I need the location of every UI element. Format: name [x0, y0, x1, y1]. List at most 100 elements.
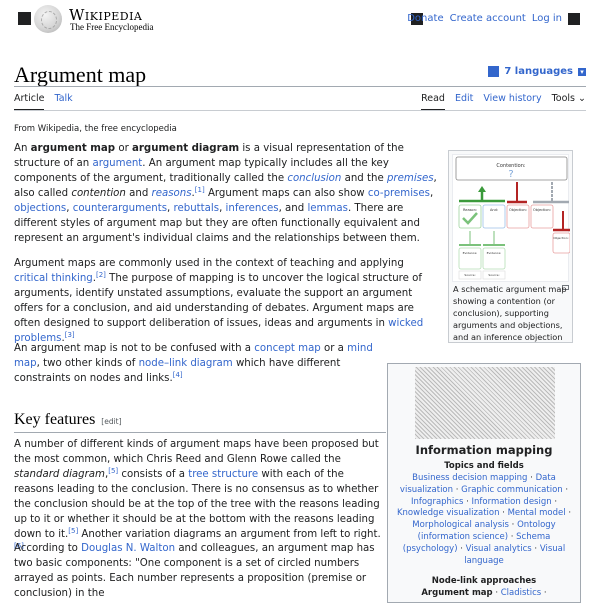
- tab-article[interactable]: Article: [14, 93, 45, 111]
- nodelink-list: Argument map · Cladistics ·: [392, 588, 576, 600]
- separator-dot: ·: [531, 543, 540, 554]
- separator-dot: ·: [562, 484, 569, 495]
- topics-list: Business decision mapping · Data visuali…: [392, 473, 576, 567]
- separator-dot: ·: [463, 496, 472, 507]
- personal-tools: Donate Create account Log in: [407, 13, 562, 24]
- bold-term: argument map: [30, 143, 116, 154]
- language-icon: [488, 66, 500, 77]
- citation-link[interactable]: [5]: [68, 527, 78, 535]
- navbox-link[interactable]: Information design: [472, 497, 552, 507]
- section-divider: [14, 432, 386, 433]
- navbox-link[interactable]: Mental model: [508, 508, 566, 518]
- source-label-1: Source:: [464, 273, 475, 277]
- key-features-paragraph-1: A number of different kinds of argument …: [14, 439, 381, 550]
- wikipedia-tagline: The Free Encyclopedia: [70, 22, 154, 32]
- source-label-2: Source:: [488, 273, 499, 277]
- languages-label: 7 languages: [504, 66, 573, 77]
- separator-dot: ·: [499, 508, 508, 519]
- tab-talk[interactable]: Talk: [54, 93, 72, 111]
- wiki-link[interactable]: node–link diagram: [139, 358, 233, 369]
- wiki-link[interactable]: objections: [14, 203, 66, 214]
- navbox-link[interactable]: Knowledge visualization: [397, 508, 500, 518]
- wiki-link[interactable]: conclusion: [287, 173, 341, 184]
- separator-dot: ·: [541, 588, 547, 598]
- topics-heading: Topics and fields: [444, 461, 524, 471]
- navbox-link[interactable]: Morphological analysis: [412, 520, 509, 530]
- login-link[interactable]: Log in: [532, 13, 562, 24]
- nodelink-heading: Node-link approaches: [431, 576, 537, 586]
- site-sub: From Wikipedia, the free encyclopedia: [14, 124, 177, 134]
- intro-paragraph-3: An argument map is not to be confused wi…: [14, 343, 373, 384]
- tab-edit[interactable]: Edit: [455, 93, 473, 111]
- wiki-link[interactable]: counterarguments: [73, 203, 167, 214]
- wiki-link[interactable]: concept map: [254, 343, 321, 354]
- section-heading: Key features [edit]: [14, 411, 386, 429]
- argument-map-diagram[interactable]: Contention: ? Reason: And: Objection: Ob…: [452, 154, 571, 282]
- objection-label-3: Objection:: [553, 236, 568, 240]
- navbox-link[interactable]: Cladistics: [501, 588, 542, 598]
- citation-link[interactable]: [1]: [195, 186, 205, 194]
- page-title: Argument map: [14, 62, 147, 87]
- key-features-paragraph-2: According to Douglas N. Walton and colle…: [14, 543, 375, 599]
- citation-link[interactable]: [5]: [108, 467, 118, 475]
- question-mark-icon: ?: [508, 169, 513, 180]
- language-selector[interactable]: 7 languages ▾: [488, 66, 586, 77]
- wikipedia-globe-logo[interactable]: [34, 5, 62, 33]
- italic-text: standard diagram: [14, 469, 105, 480]
- wiki-link[interactable]: rebuttals: [174, 203, 220, 214]
- bold-term: argument diagram: [132, 143, 240, 154]
- and-label: And:: [490, 208, 498, 212]
- wiki-link[interactable]: inferences: [226, 203, 279, 214]
- chevron-down-icon: ▾: [578, 67, 586, 76]
- wiki-link[interactable]: reasons: [152, 188, 192, 199]
- objection-label-2: Objection:: [533, 208, 551, 212]
- tools-menu[interactable]: Tools ⌄: [552, 93, 586, 111]
- separator-dot: ·: [492, 588, 501, 598]
- tabs-divider: [14, 110, 586, 111]
- intro-paragraph-1: An argument map or argument diagram is a…: [14, 143, 437, 244]
- wiki-link[interactable]: lemmas: [307, 203, 348, 214]
- navbox-current-page: Argument map: [421, 588, 493, 598]
- evidence-label-1: Evidence:: [463, 251, 478, 255]
- title-divider: [14, 86, 586, 87]
- intro-paragraph-2: Argument maps are commonly used in the c…: [14, 258, 424, 344]
- information-mapping-navbox: Information mapping Topics and fields Bu…: [387, 363, 581, 603]
- tab-read[interactable]: Read: [421, 93, 445, 111]
- wiki-link[interactable]: co-premises: [368, 188, 430, 199]
- figure-caption: A schematic argument map showing a conte…: [453, 284, 567, 342]
- view-tabs: Read Edit View history Tools ⌄: [421, 93, 586, 111]
- reason-label: Reason:: [463, 208, 477, 212]
- separator-dot: ·: [565, 508, 572, 519]
- navbox-link[interactable]: Business decision mapping: [412, 473, 527, 483]
- donate-link[interactable]: Donate: [407, 13, 443, 24]
- argument-map-svg: Contention: ? Reason: And: Objection: Ob…: [455, 156, 571, 280]
- tab-view-history[interactable]: View history: [483, 93, 541, 111]
- navbox-title: Information mapping: [415, 443, 553, 457]
- site-header: Wikipedia The Free Encyclopedia Donate C…: [0, 0, 600, 40]
- citation-link[interactable]: [4]: [173, 371, 183, 379]
- navbox-link[interactable]: Visual analytics: [466, 544, 532, 554]
- tools-label: Tools: [551, 93, 575, 104]
- wiki-link[interactable]: Douglas N. Walton: [81, 543, 175, 554]
- information-mapping-image[interactable]: [415, 367, 555, 439]
- separator-dot: ·: [508, 520, 518, 531]
- create-account-link[interactable]: Create account: [450, 13, 526, 24]
- user-menu-icon[interactable]: [568, 13, 580, 25]
- citation-link[interactable]: [3]: [65, 331, 75, 339]
- evidence-label-2: Evidence:: [487, 251, 502, 255]
- separator-dot: ·: [551, 496, 558, 507]
- wiki-link[interactable]: critical thinking: [14, 273, 93, 284]
- chevron-down-icon: ⌄: [578, 93, 586, 104]
- section-edit-link[interactable]: [edit]: [101, 417, 121, 426]
- italic-text: contention: [71, 188, 126, 199]
- wiki-link[interactable]: tree structure: [188, 469, 258, 480]
- wiki-link[interactable]: argument: [92, 158, 142, 169]
- main-menu-icon[interactable]: [18, 12, 31, 25]
- citation-link[interactable]: [2]: [96, 271, 106, 279]
- wiki-link[interactable]: premises: [387, 173, 434, 184]
- objection-label-1: Objection:: [509, 208, 527, 212]
- support-arrow-head: [478, 186, 486, 192]
- navbox-link[interactable]: Graphic communication: [461, 485, 563, 495]
- navbox-link[interactable]: Infographics: [411, 497, 463, 507]
- namespace-tabs: Article Talk: [14, 93, 73, 111]
